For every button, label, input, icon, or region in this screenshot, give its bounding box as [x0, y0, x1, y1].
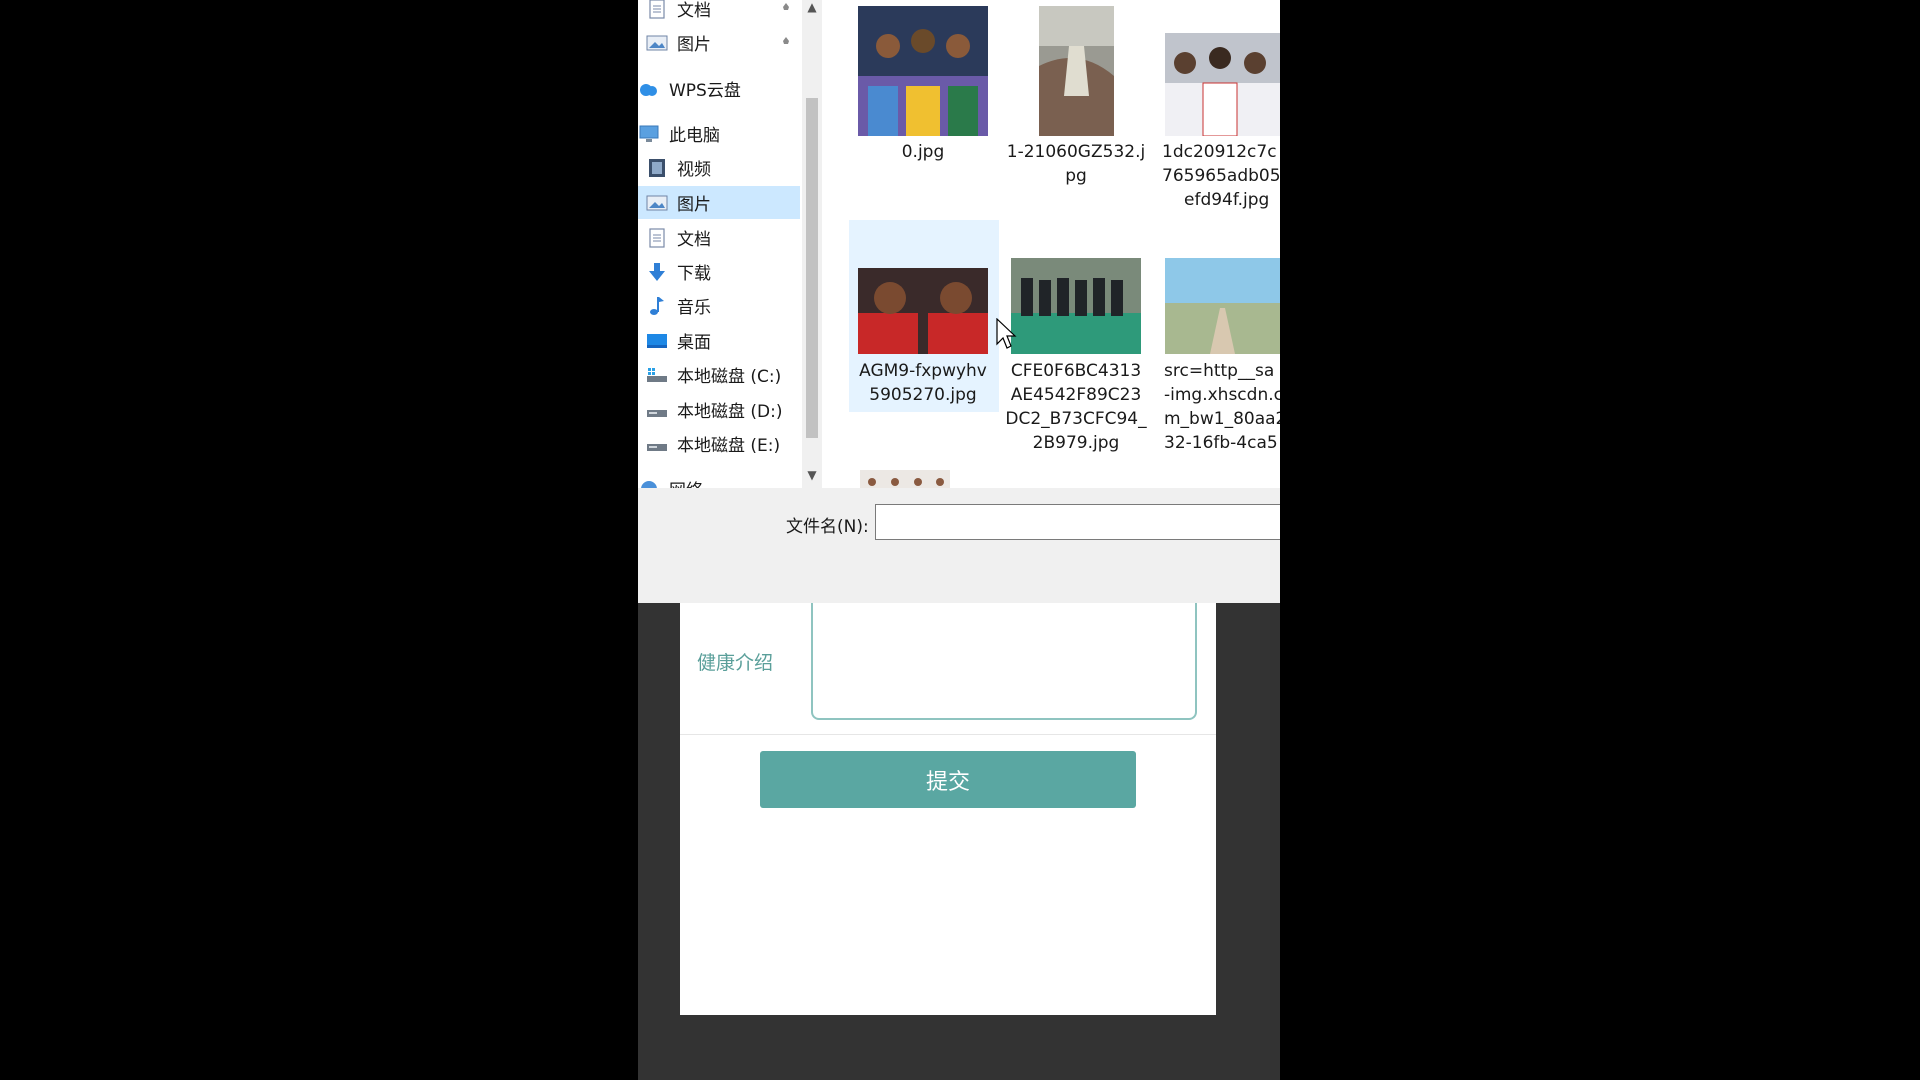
file-name[interactable]: 1dc20912c7c 765965adb05 efd94f.jpg — [1162, 140, 1280, 212]
download-icon — [646, 262, 668, 282]
scroll-down-arrow-icon[interactable]: ▼ — [805, 468, 819, 482]
file-thumbnail[interactable] — [1165, 33, 1280, 136]
file-thumbnail[interactable] — [858, 6, 988, 136]
health-form-card: 健康介绍 提交 — [680, 590, 1216, 1015]
file-thumbnail[interactable] — [1011, 258, 1141, 354]
scroll-up-arrow-icon[interactable]: ▲ — [805, 0, 819, 14]
health-intro-textarea[interactable] — [811, 590, 1197, 720]
filename-input[interactable] — [875, 504, 1280, 540]
nav-item-label: 文档 — [677, 230, 711, 250]
drive-icon — [646, 365, 668, 385]
file-thumbnail[interactable] — [860, 470, 950, 488]
nav-item-label: 下载 — [677, 264, 711, 284]
nav-item-desktop[interactable]: 桌面 — [638, 324, 802, 357]
wps-cloud-icon — [638, 79, 660, 99]
nav-item-label: 本地磁盘 (C:) — [677, 367, 782, 387]
nav-item-this-pc[interactable]: 此电脑 — [638, 117, 800, 150]
nav-item-label: 图片 — [677, 35, 711, 55]
nav-item-label: 视频 — [677, 160, 711, 180]
nav-item-label: 桌面 — [677, 333, 711, 353]
file-name[interactable]: AGM9-fxpwyhv 5905270.jpg — [842, 359, 1004, 407]
nav-item-wps-cloud[interactable]: WPS云盘 — [638, 72, 800, 105]
nav-item-drive-e[interactable]: 本地磁盘 (E:) — [638, 427, 802, 460]
file-name[interactable]: 0.jpg — [842, 140, 1004, 164]
file-thumbnail[interactable] — [858, 268, 988, 354]
video-icon — [646, 158, 668, 178]
nav-item-label: 本地磁盘 (E:) — [677, 436, 781, 456]
pin-icon — [780, 1, 792, 15]
drive-icon — [646, 400, 668, 420]
nav-item-pictures[interactable]: 图片 — [638, 186, 800, 219]
nav-item-drive-c[interactable]: 本地磁盘 (C:) — [638, 358, 802, 391]
nav-item-label: 文档 — [677, 1, 711, 21]
nav-item-label: 此电脑 — [669, 126, 720, 146]
music-icon — [646, 296, 668, 316]
form-divider — [680, 734, 1216, 735]
nav-item-quick-pictures[interactable]: 图片 — [638, 26, 802, 59]
nav-item-quick-documents[interactable]: 文档 — [638, 0, 802, 25]
nav-item-network[interactable]: 网络 — [638, 472, 800, 488]
pictures-icon — [646, 33, 668, 53]
network-icon — [638, 479, 660, 488]
this-pc-icon — [638, 124, 660, 144]
nav-item-label: 音乐 — [677, 298, 711, 318]
file-open-dialog: 文档 图片 WPS云盘 此电脑 视频 图片 文档 下载 音乐 桌面 本地磁盘 (… — [638, 0, 1280, 603]
nav-item-videos[interactable]: 视频 — [638, 151, 802, 184]
pin-icon — [780, 35, 792, 49]
dialog-bottom-bar: 文件名(N): — [638, 488, 1280, 603]
scrollbar-thumb[interactable] — [806, 98, 818, 438]
submit-button[interactable]: 提交 — [760, 751, 1136, 808]
file-thumbnail[interactable] — [1165, 258, 1280, 354]
nav-item-label: 本地磁盘 (D:) — [677, 402, 783, 422]
nav-item-downloads[interactable]: 下载 — [638, 255, 802, 288]
browser-viewport: 健康介绍 提交 文档 图片 WPS云盘 此电脑 视频 图片 文档 下载 音乐 桌… — [638, 0, 1280, 1080]
nav-item-label: 图片 — [677, 195, 711, 215]
desktop-icon — [646, 331, 668, 351]
navigation-pane: 文档 图片 WPS云盘 此电脑 视频 图片 文档 下载 音乐 桌面 本地磁盘 (… — [638, 0, 802, 488]
file-thumbnail[interactable] — [1039, 6, 1114, 136]
health-intro-label: 健康介绍 — [697, 652, 774, 674]
nav-item-documents[interactable]: 文档 — [638, 221, 802, 254]
pictures-icon — [646, 193, 668, 213]
document-icon — [646, 0, 668, 19]
nav-item-label: WPS云盘 — [669, 81, 741, 101]
document-icon — [646, 227, 668, 248]
nav-item-drive-d[interactable]: 本地磁盘 (D:) — [638, 393, 802, 426]
file-name[interactable]: 1-21060GZ532.j pg — [995, 140, 1157, 188]
mouse-cursor-icon — [996, 317, 1018, 352]
file-name[interactable]: src=http__sa -img.xhscdn.c m_bw1_80aa2 3… — [1164, 359, 1280, 455]
file-name[interactable]: CFE0F6BC4313 AE4542F89C23 DC2_B73CFC94_ … — [995, 359, 1157, 455]
drive-icon — [646, 434, 668, 454]
navigation-scrollbar[interactable]: ▲ ▼ — [802, 0, 822, 488]
file-list-pane: 0.jpg 1-21060GZ532.j pg 1dc20912c7c 7659… — [822, 0, 1280, 488]
nav-item-music[interactable]: 音乐 — [638, 289, 802, 322]
nav-item-label: 网络 — [669, 476, 703, 488]
filename-label: 文件名(N): — [786, 517, 869, 537]
